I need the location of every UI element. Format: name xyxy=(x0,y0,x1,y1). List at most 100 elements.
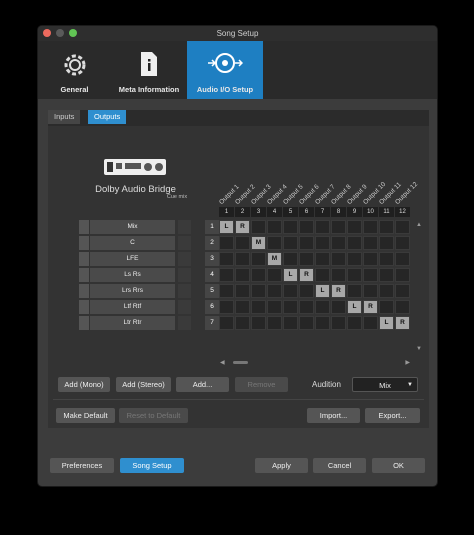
remove-button[interactable]: Remove xyxy=(235,377,288,392)
make-default-button[interactable]: Make Default xyxy=(56,408,115,423)
matrix-cell[interactable] xyxy=(331,300,346,314)
matrix-cell[interactable] xyxy=(219,236,234,250)
cue-mix-checkbox[interactable] xyxy=(178,268,191,282)
toolbar-audio-io-setup-button[interactable]: Audio I/O Setup xyxy=(187,41,263,99)
cue-mix-checkbox[interactable] xyxy=(178,236,191,250)
zoom-window-button[interactable] xyxy=(69,29,77,37)
matrix-cell[interactable] xyxy=(267,284,282,298)
row-handle[interactable] xyxy=(79,236,89,250)
matrix-cell[interactable] xyxy=(251,300,266,314)
matrix-cell[interactable] xyxy=(363,284,378,298)
matrix-cell[interactable] xyxy=(299,252,314,266)
tab-outputs[interactable]: Outputs xyxy=(88,110,127,124)
matrix-cell[interactable] xyxy=(363,252,378,266)
matrix-cell[interactable] xyxy=(299,220,314,234)
matrix-cell[interactable] xyxy=(219,316,234,330)
output-channel-name[interactable]: LFE xyxy=(90,252,175,266)
matrix-cell[interactable] xyxy=(331,236,346,250)
matrix-cell[interactable] xyxy=(395,284,410,298)
output-channel-name[interactable]: Ls Rs xyxy=(90,268,175,282)
row-handle[interactable] xyxy=(79,316,89,330)
matrix-cell-assigned[interactable]: L xyxy=(347,300,362,314)
matrix-cell[interactable] xyxy=(235,236,250,250)
matrix-cell[interactable] xyxy=(379,284,394,298)
matrix-cell[interactable] xyxy=(315,220,330,234)
matrix-cell[interactable] xyxy=(235,252,250,266)
matrix-cell[interactable] xyxy=(235,268,250,282)
export-button[interactable]: Export... xyxy=(365,408,420,423)
matrix-cell[interactable] xyxy=(395,252,410,266)
matrix-cell-assigned[interactable]: R xyxy=(299,268,314,282)
tab-inputs[interactable]: Inputs xyxy=(48,110,81,124)
scroll-left-icon[interactable]: ◀ xyxy=(220,359,225,366)
matrix-cell[interactable] xyxy=(331,252,346,266)
cue-mix-checkbox[interactable] xyxy=(178,316,191,330)
cue-mix-checkbox[interactable] xyxy=(178,252,191,266)
output-channel-name[interactable]: C xyxy=(90,236,175,250)
matrix-cell[interactable] xyxy=(347,316,362,330)
matrix-cell[interactable] xyxy=(379,268,394,282)
preferences-button[interactable]: Preferences xyxy=(50,458,114,473)
matrix-cell[interactable] xyxy=(235,316,250,330)
add-button[interactable]: Add... xyxy=(176,377,229,392)
audition-select[interactable]: Mix ▼ xyxy=(352,377,418,392)
matrix-cell-assigned[interactable]: R xyxy=(363,300,378,314)
horizontal-scrollbar[interactable]: ◀ ▶ xyxy=(220,359,410,366)
matrix-cell[interactable] xyxy=(299,284,314,298)
row-handle[interactable] xyxy=(79,220,89,234)
matrix-cell[interactable] xyxy=(363,316,378,330)
matrix-cell[interactable] xyxy=(299,300,314,314)
matrix-cell[interactable] xyxy=(395,236,410,250)
add-mono-button[interactable]: Add (Mono) xyxy=(58,377,110,392)
ok-button[interactable]: OK xyxy=(372,458,425,473)
scroll-up-icon[interactable]: ▲ xyxy=(416,222,422,228)
matrix-cell[interactable] xyxy=(363,220,378,234)
matrix-cell[interactable] xyxy=(283,284,298,298)
matrix-cell[interactable] xyxy=(267,220,282,234)
matrix-cell-assigned[interactable]: M xyxy=(251,236,266,250)
matrix-cell-assigned[interactable]: R xyxy=(331,284,346,298)
matrix-cell[interactable] xyxy=(283,316,298,330)
matrix-cell[interactable] xyxy=(299,316,314,330)
matrix-cell[interactable] xyxy=(251,220,266,234)
import-button[interactable]: Import... xyxy=(307,408,360,423)
matrix-cell-assigned[interactable]: R xyxy=(395,316,410,330)
row-handle[interactable] xyxy=(79,268,89,282)
matrix-cell[interactable] xyxy=(315,268,330,282)
matrix-cell[interactable] xyxy=(219,252,234,266)
matrix-cell[interactable] xyxy=(299,236,314,250)
matrix-cell[interactable] xyxy=(235,284,250,298)
matrix-cell[interactable] xyxy=(379,300,394,314)
row-handle[interactable] xyxy=(79,284,89,298)
song-setup-button[interactable]: Song Setup xyxy=(120,458,184,473)
cue-mix-checkbox[interactable] xyxy=(178,300,191,314)
scroll-down-icon[interactable]: ▼ xyxy=(416,346,422,352)
matrix-cell[interactable] xyxy=(251,268,266,282)
output-channel-name[interactable]: Ltr Rtr xyxy=(90,316,175,330)
matrix-cell[interactable] xyxy=(347,252,362,266)
matrix-cell[interactable] xyxy=(395,300,410,314)
minimize-window-button[interactable] xyxy=(56,29,64,37)
matrix-cell[interactable] xyxy=(315,252,330,266)
matrix-cell[interactable] xyxy=(235,300,250,314)
matrix-cell[interactable] xyxy=(347,284,362,298)
matrix-cell[interactable] xyxy=(331,268,346,282)
reset-to-default-button[interactable]: Reset to Default xyxy=(119,408,188,423)
matrix-cell[interactable] xyxy=(331,220,346,234)
matrix-cell[interactable] xyxy=(267,236,282,250)
apply-button[interactable]: Apply xyxy=(255,458,308,473)
matrix-cell[interactable] xyxy=(283,236,298,250)
toolbar-general-button[interactable]: General xyxy=(38,41,111,99)
matrix-cell[interactable] xyxy=(363,236,378,250)
matrix-cell[interactable] xyxy=(315,300,330,314)
matrix-cell[interactable] xyxy=(395,268,410,282)
matrix-cell[interactable] xyxy=(251,252,266,266)
matrix-cell[interactable] xyxy=(219,300,234,314)
matrix-cell-assigned[interactable]: M xyxy=(267,252,282,266)
cue-mix-checkbox[interactable] xyxy=(178,220,191,234)
matrix-cell[interactable] xyxy=(347,220,362,234)
matrix-cell[interactable] xyxy=(347,268,362,282)
add-stereo-button[interactable]: Add (Stereo) xyxy=(116,377,171,392)
cancel-button[interactable]: Cancel xyxy=(313,458,366,473)
matrix-cell[interactable] xyxy=(219,284,234,298)
